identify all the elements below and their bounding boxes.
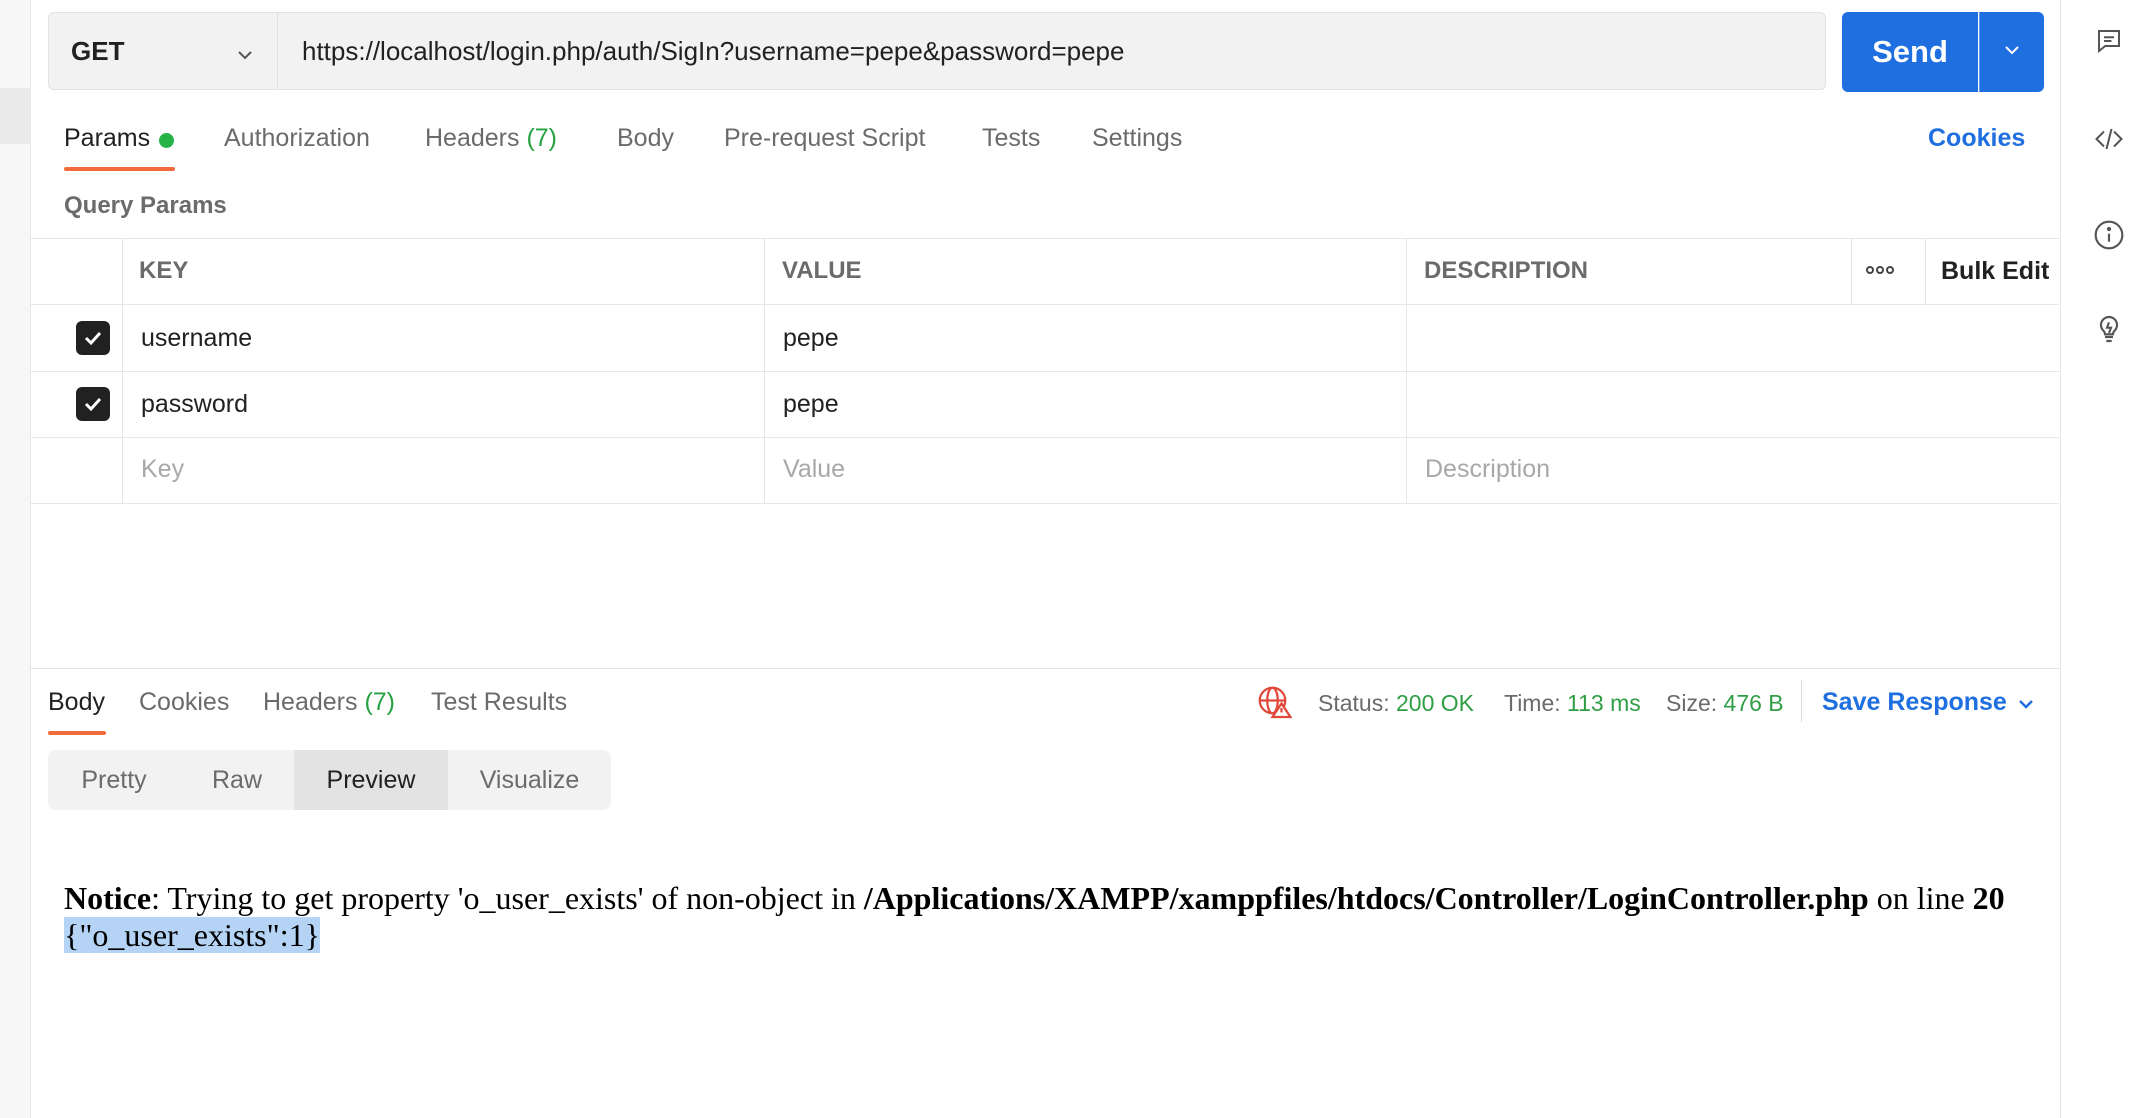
- param-value-cell[interactable]: pepe: [783, 390, 839, 419]
- status-separator: [1801, 680, 1802, 722]
- response-time: Time: 113 ms: [1504, 690, 1641, 717]
- table-divider: [31, 304, 2059, 305]
- chevron-down-icon[interactable]: [2016, 694, 2036, 719]
- response-tab-headers[interactable]: Headers (7): [263, 688, 395, 717]
- notice-line-number: 20: [1972, 880, 2005, 916]
- column-divider: [1925, 238, 1926, 304]
- response-tab-test-results[interactable]: Test Results: [431, 688, 567, 717]
- response-tab-headers-count: (7): [364, 688, 396, 716]
- left-sidebar-active-item[interactable]: [0, 88, 30, 144]
- tab-headers-label: Headers: [425, 124, 520, 152]
- param-key-cell[interactable]: password: [141, 390, 248, 419]
- notice-text: : Trying to get property 'o_user_exists'…: [151, 880, 864, 916]
- tab-body[interactable]: Body: [617, 124, 674, 153]
- notice-path: /Applications/XAMPP/xamppfiles/htdocs/Co…: [863, 880, 1869, 916]
- tab-headers-count: (7): [526, 124, 558, 152]
- tab-authorization[interactable]: Authorization: [224, 124, 370, 153]
- tab-settings[interactable]: Settings: [1092, 124, 1182, 153]
- info-icon[interactable]: [2092, 218, 2126, 252]
- param-value-cell[interactable]: pepe: [783, 324, 839, 353]
- status-value: 200 OK: [1396, 690, 1474, 716]
- view-mode-visualize[interactable]: Visualize: [448, 750, 611, 810]
- tab-params[interactable]: Params: [64, 124, 150, 153]
- chevron-down-icon: [2002, 40, 2022, 65]
- status-label: Status:: [1318, 690, 1390, 716]
- response-tab-headers-label: Headers: [263, 688, 358, 716]
- chevron-down-icon: [235, 41, 255, 72]
- time-value: 113 ms: [1567, 690, 1641, 716]
- code-icon[interactable]: [2092, 122, 2126, 156]
- response-preview: Notice: Trying to get property 'o_user_e…: [64, 880, 2054, 954]
- size-label: Size:: [1666, 690, 1718, 716]
- view-mode-preview[interactable]: Preview: [294, 750, 448, 810]
- response-tab-body[interactable]: Body: [48, 688, 105, 717]
- param-checkbox-username[interactable]: [76, 321, 110, 355]
- param-key-cell[interactable]: username: [141, 324, 252, 353]
- lightbulb-icon[interactable]: [2092, 312, 2126, 346]
- tab-tests[interactable]: Tests: [982, 124, 1040, 153]
- params-active-dot: [159, 133, 174, 148]
- comments-icon[interactable]: [2092, 24, 2126, 58]
- notice-on-line: on line: [1868, 880, 1973, 916]
- bulk-edit-button[interactable]: Bulk Edit: [1941, 257, 2049, 286]
- table-divider: [31, 437, 2059, 438]
- table-border-top: [31, 238, 2059, 239]
- column-header-value: VALUE: [782, 257, 862, 284]
- column-divider: [1406, 238, 1407, 503]
- response-size: Size: 476 B: [1666, 690, 1784, 717]
- globe-warning-icon[interactable]: [1256, 684, 1293, 725]
- time-label: Time:: [1504, 690, 1561, 716]
- new-key-input[interactable]: Key: [141, 455, 184, 484]
- query-params-title: Query Params: [64, 192, 227, 219]
- table-divider: [31, 371, 2059, 372]
- response-status: Status: 200 OK: [1318, 690, 1474, 717]
- table-border-bottom: [31, 503, 2059, 504]
- tab-params-underline: [64, 167, 175, 171]
- size-value: 476 B: [1723, 690, 1784, 716]
- view-mode-pretty[interactable]: Pretty: [48, 750, 180, 810]
- json-output: {"o_user_exists":1}: [64, 917, 320, 953]
- right-sidebar: [2060, 0, 2152, 1118]
- method-select[interactable]: GET: [48, 12, 278, 90]
- view-mode-raw[interactable]: Raw: [180, 750, 294, 810]
- column-divider: [122, 238, 123, 503]
- column-divider: [764, 238, 765, 503]
- response-tab-body-underline: [48, 731, 106, 735]
- more-options-icon[interactable]: [1864, 260, 1896, 285]
- left-sidebar-strip: [0, 0, 31, 1118]
- cookies-link[interactable]: Cookies: [1928, 124, 2025, 153]
- send-button[interactable]: Send: [1842, 12, 1978, 92]
- response-divider[interactable]: [31, 668, 2059, 669]
- php-notice-line: Notice: Trying to get property 'o_user_e…: [64, 880, 2054, 917]
- new-description-input[interactable]: Description: [1425, 455, 1550, 484]
- response-tab-cookies[interactable]: Cookies: [139, 688, 229, 717]
- column-divider: [1851, 238, 1852, 304]
- column-header-description: DESCRIPTION: [1424, 257, 1589, 284]
- new-value-input[interactable]: Value: [783, 455, 845, 484]
- method-label: GET: [71, 35, 125, 66]
- column-header-key: KEY: [139, 257, 189, 284]
- url-input[interactable]: https://localhost/login.php/auth/SigIn?u…: [278, 12, 1826, 90]
- param-checkbox-password[interactable]: [76, 387, 110, 421]
- save-response-button[interactable]: Save Response: [1822, 688, 2007, 717]
- send-options-button[interactable]: [1979, 12, 2044, 92]
- notice-label: Notice: [64, 880, 152, 916]
- tab-headers[interactable]: Headers (7): [425, 124, 557, 153]
- tab-prerequest-script[interactable]: Pre-request Script: [724, 124, 925, 153]
